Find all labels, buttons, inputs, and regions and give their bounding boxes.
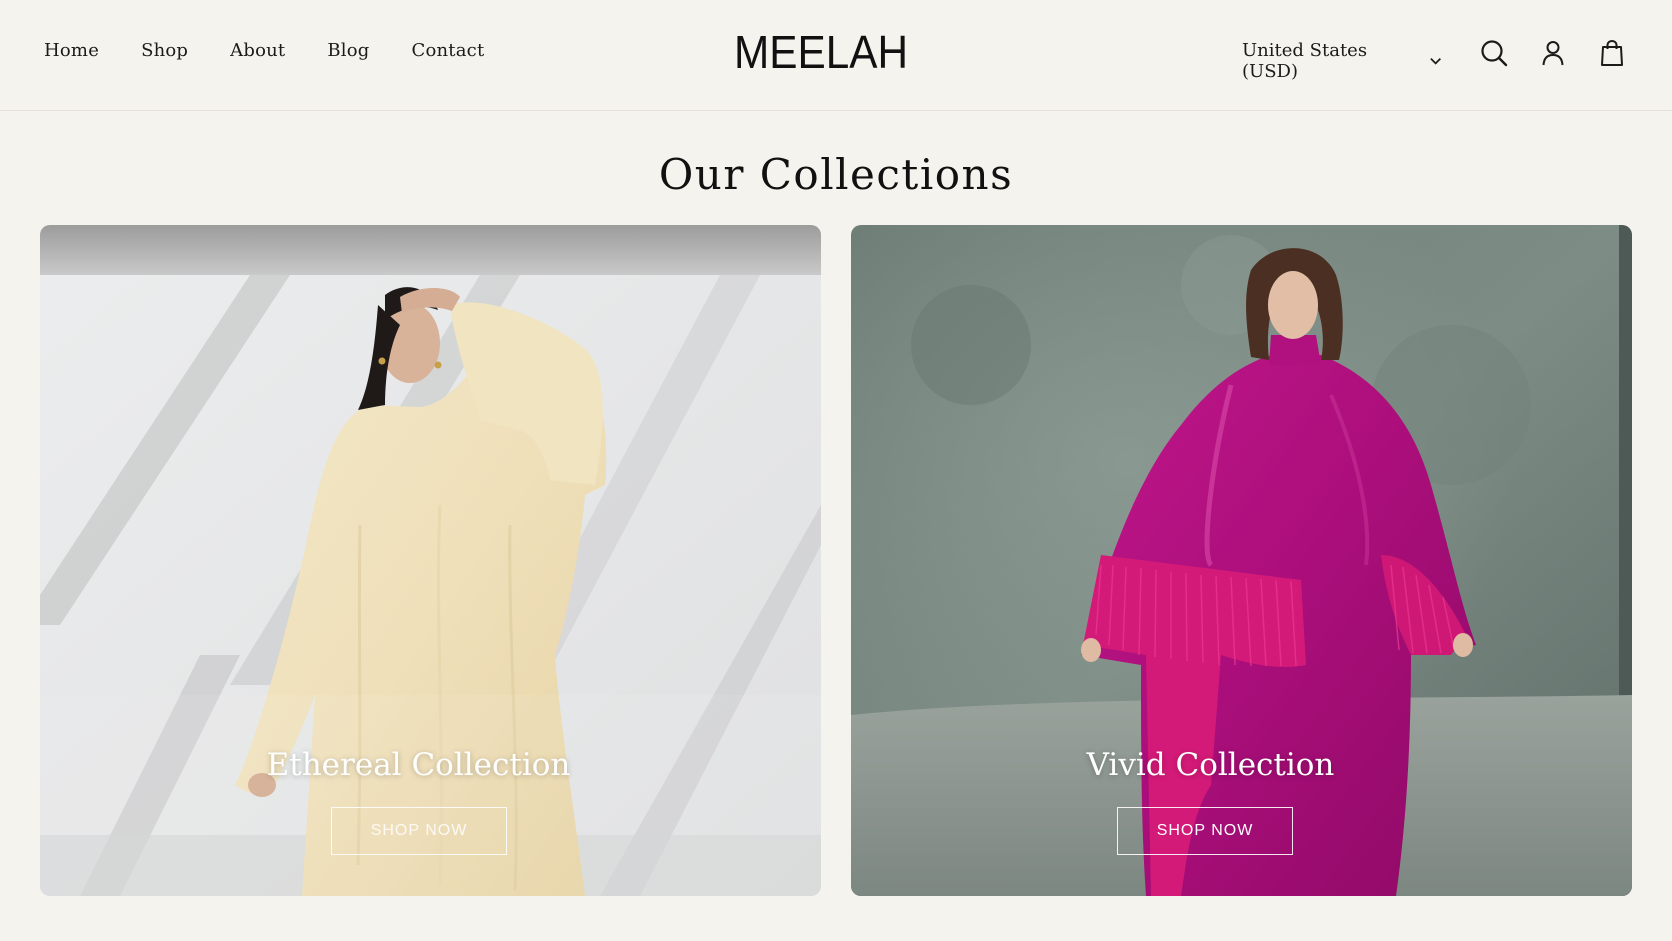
nav-contact[interactable]: Contact <box>412 40 485 61</box>
site-logo[interactable]: MEELAH <box>734 27 918 77</box>
account-icon <box>1542 41 1564 66</box>
nav-shop[interactable]: Shop <box>141 40 188 61</box>
nav-blog[interactable]: Blog <box>327 40 369 61</box>
section-title: Our Collections <box>658 150 1014 199</box>
vivid-collection-photo <box>851 225 1632 896</box>
shop-now-vivid-button[interactable]: SHOP NOW <box>1117 807 1293 855</box>
main-nav: Home Shop About Blog Contact <box>44 40 484 61</box>
nav-home[interactable]: Home <box>44 40 99 61</box>
cart-icon <box>1601 39 1623 66</box>
account-button[interactable] <box>1537 37 1569 69</box>
chevron-down-icon <box>1430 58 1441 65</box>
nav-about[interactable]: About <box>230 40 285 61</box>
ethereal-collection-photo <box>40 225 821 896</box>
collection-card-ethereal[interactable]: Ethereal Collection SHOP NOW <box>40 225 821 896</box>
site-header: Home Shop About Blog Contact MEELAH Unit… <box>0 0 1672 111</box>
currency-label: United States (USD) <box>1242 40 1368 82</box>
cart-button[interactable] <box>1596 37 1628 69</box>
collection-title-ethereal: Ethereal Collection <box>266 747 571 783</box>
search-icon <box>1481 40 1508 67</box>
shop-now-ethereal-button[interactable]: SHOP NOW <box>331 807 507 855</box>
currency-selector[interactable]: United States (USD) <box>1242 40 1442 82</box>
search-button[interactable] <box>1478 37 1510 69</box>
collection-title-vivid: Vivid Collection <box>1086 747 1335 783</box>
collection-card-vivid[interactable]: Vivid Collection SHOP NOW <box>851 225 1632 896</box>
